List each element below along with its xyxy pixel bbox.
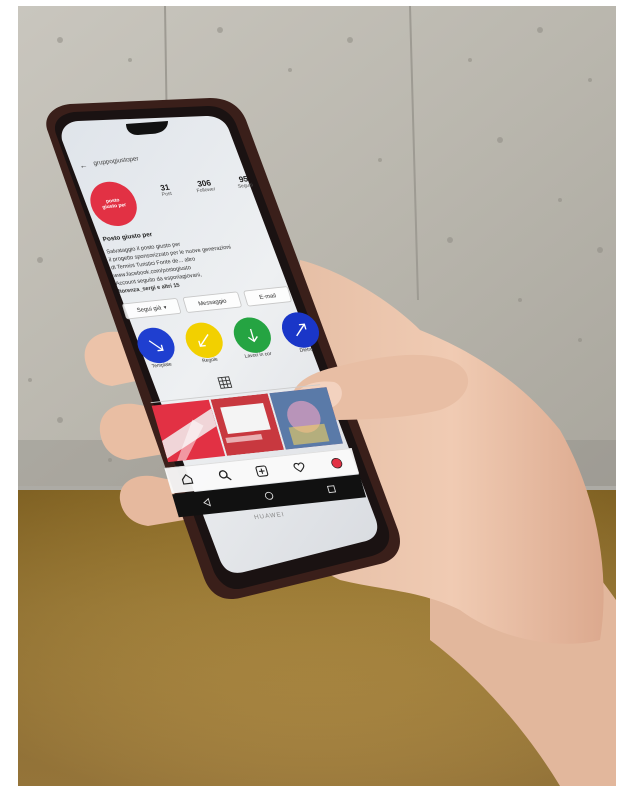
avatar-text: posto giusto per [101,197,127,211]
following-button[interactable]: Segui già ▾ [121,297,182,320]
arrow-icon [248,328,258,343]
back-icon[interactable] [194,492,219,513]
profile-name: Posto giusto per [102,231,154,243]
search-icon[interactable] [212,464,237,485]
back-arrow-icon[interactable]: ← [78,160,89,170]
highlight-rules-label: Regole [201,357,219,364]
profile-username: gruppogiustoper [92,155,140,167]
message-button-label: Messaggio [197,297,228,307]
email-button[interactable]: E-mail [243,286,293,307]
avatar[interactable]: posto giusto per [84,179,143,229]
grid-icon[interactable] [217,376,233,390]
highlight-template-label: Template [151,361,173,370]
highlight-behind[interactable]: Dietro [272,310,330,355]
highlight-template-circle [133,325,180,365]
highlight-behind-circle [277,310,324,350]
arrow-icon [296,323,307,337]
home-icon[interactable] [174,468,199,489]
email-button-label: E-mail [258,292,277,301]
message-button[interactable]: Messaggio [182,291,243,314]
stat-posts[interactable]: 31 Post [146,181,186,199]
stat-followers[interactable]: 306 Follower [185,177,225,195]
highlight-work-circle [229,315,276,355]
profile-icon[interactable] [324,452,349,473]
add-icon[interactable] [249,460,274,481]
following-button-label: Segui già [135,304,162,314]
home-circle-icon[interactable] [256,485,281,506]
recents-icon[interactable] [319,478,344,499]
highlight-work-label: Lavori in cor [244,351,273,360]
highlight-behind-label: Dietro [299,346,314,354]
stat-following[interactable]: 95 Seguiti [224,173,264,191]
chevron-down-icon: ▾ [163,304,168,311]
arrow-icon [148,340,164,352]
highlight-rules-circle [181,320,228,360]
phone-brand-logo: HUAWEI [253,511,286,521]
heart-icon[interactable] [287,456,312,477]
arrow-icon [198,334,209,347]
